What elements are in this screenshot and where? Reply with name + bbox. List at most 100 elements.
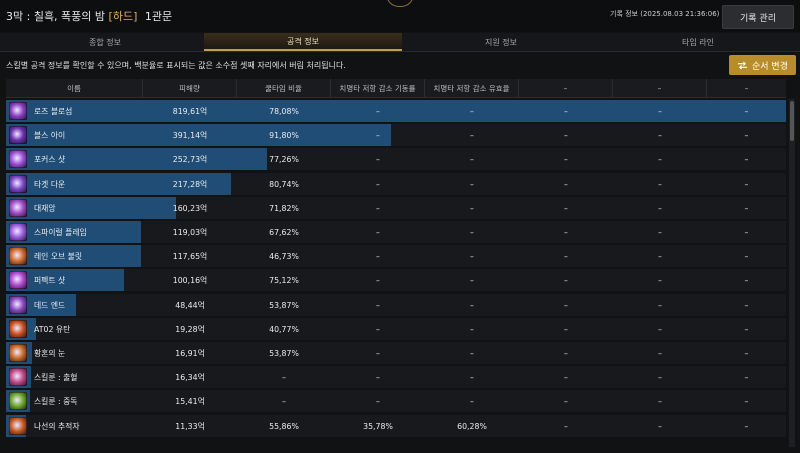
empty-cell-1: – [564, 421, 568, 431]
skill-crit-effective: – [470, 179, 474, 189]
empty-cell-3: – [744, 275, 749, 285]
ornament-icon [386, 0, 414, 7]
empty-cell-1: – [564, 324, 568, 334]
empty-cell-2: – [658, 227, 662, 237]
raid-title-prefix: 3막 : 칠흑, 폭풍의 밤 [6, 10, 106, 23]
skill-cooldown: 78,08% [269, 106, 299, 116]
table-row[interactable]: 황혼의 눈 16,91억 53,87% – – – – – [6, 342, 786, 364]
skill-icon [9, 368, 27, 386]
skill-name: 블스 아이 [34, 130, 66, 140]
tab-attack[interactable]: 공격 정보 [204, 33, 402, 51]
tab-support[interactable]: 지원 정보 [402, 33, 600, 51]
skill-cooldown: 67,62% [269, 227, 299, 237]
scrollbar-track[interactable] [789, 99, 795, 447]
col-damage[interactable]: 피해량 [143, 79, 237, 97]
empty-cell-2: – [658, 421, 662, 431]
empty-cell-1: – [564, 154, 568, 164]
table-row[interactable]: 데드 엔드 48,44억 53,87% – – – – – [6, 294, 786, 316]
skill-crit-uptime: – [376, 300, 380, 310]
skill-name: 포커스 샷 [34, 154, 66, 164]
record-manage-button[interactable]: 기록 관리 [722, 5, 794, 29]
skill-name: 로즈 블로섬 [34, 106, 73, 116]
empty-cell-3: – [744, 396, 749, 406]
skill-name: 황혼의 눈 [34, 348, 66, 358]
skill-cooldown: – [282, 396, 286, 406]
skill-icon [9, 223, 27, 241]
empty-cell-3: – [744, 179, 749, 189]
skill-crit-effective: 60,28% [457, 421, 487, 431]
col-crit-effective[interactable]: 치명타 저항 감소 유효율 [425, 79, 519, 97]
empty-cell-2: – [658, 396, 662, 406]
col-empty-1: – [519, 79, 613, 97]
skill-crit-uptime: – [376, 179, 380, 189]
empty-cell-1: – [564, 372, 568, 382]
col-name[interactable]: 이름 [6, 79, 143, 97]
empty-cell-1: – [564, 396, 568, 406]
table-row[interactable]: 포커스 샷 252,73억 77,26% – – – – – [6, 148, 786, 170]
skill-cooldown: 91,80% [269, 130, 299, 140]
skill-damage: 16,34억 [175, 372, 205, 382]
empty-cell-2: – [658, 275, 662, 285]
tab-bar: 종합 정보 공격 정보 지원 정보 타임 라인 [0, 33, 800, 52]
skill-crit-effective: – [470, 106, 474, 116]
skill-icon [9, 126, 27, 144]
skill-damage: 160,23억 [172, 203, 208, 213]
empty-cell-2: – [658, 251, 662, 261]
empty-cell-1: – [564, 227, 568, 237]
skill-cooldown: 55,86% [269, 421, 299, 431]
table-row[interactable]: 나선의 추적자 11,33억 55,86% 35,78% 60,28% – – – [6, 415, 786, 437]
table-header: 이름 피해량 쿨타임 비율 치명타 저항 감소 기동률 치명타 저항 감소 유효… [6, 79, 786, 98]
empty-cell-1: – [564, 130, 568, 140]
table-row[interactable]: 스킬룬 : 출혈 16,34억 – – – – – – [6, 366, 786, 388]
skill-damage: 117,65억 [172, 251, 208, 261]
table-row[interactable]: 대재앙 160,23억 71,82% – – – – – [6, 197, 786, 219]
skill-cooldown: 71,82% [269, 203, 299, 213]
difficulty-label: [하드] [108, 10, 138, 23]
empty-cell-2: – [658, 348, 662, 358]
skill-crit-effective: – [470, 372, 474, 382]
skill-crit-uptime: – [376, 203, 380, 213]
table-row[interactable]: 스파이럴 플레임 119,03억 67,62% – – – – – [6, 221, 786, 243]
table-row[interactable]: 스킬룬 : 중독 15,41억 – – – – – – [6, 390, 786, 412]
empty-cell-3: – [744, 421, 749, 431]
skill-crit-effective: – [470, 324, 474, 334]
tab-timeline[interactable]: 타임 라인 [600, 33, 796, 51]
skill-cooldown: 40,77% [269, 324, 299, 334]
skill-cooldown: 53,87% [269, 300, 299, 310]
skill-name: 레인 오브 불릿 [34, 251, 82, 261]
table-row[interactable]: 블스 아이 391,14억 91,80% – – – – – [6, 124, 786, 146]
table-row[interactable]: 레인 오브 불릿 117,65억 46,73% – – – – – [6, 245, 786, 267]
skill-icon [9, 150, 27, 168]
skill-name: 스파이럴 플레임 [34, 227, 87, 237]
skill-crit-effective: – [470, 227, 474, 237]
empty-cell-2: – [658, 154, 662, 164]
skill-icon [9, 320, 27, 338]
table-row[interactable]: 퍼펙트 샷 100,16억 75,12% – – – – – [6, 269, 786, 291]
skill-crit-uptime: – [376, 348, 380, 358]
top-bar: 3막 : 칠흑, 폭풍의 밤 [하드] 1관문 기록 정보 (2025.08.0… [0, 0, 800, 32]
col-crit-uptime[interactable]: 치명타 저항 감소 기동률 [331, 79, 425, 97]
skill-icon [9, 296, 27, 314]
empty-cell-3: – [744, 372, 749, 382]
scrollbar-thumb[interactable] [790, 101, 794, 141]
table-row[interactable]: 로즈 블로섬 819,61억 78,08% – – – – – [6, 100, 786, 122]
empty-cell-1: – [564, 251, 568, 261]
col-empty-3: – [744, 83, 749, 93]
skill-crit-uptime: 35,78% [363, 421, 393, 431]
table-row[interactable]: AT02 유탄 19,28억 40,77% – – – – – [6, 318, 786, 340]
skill-damage: 100,16억 [172, 275, 208, 285]
table-row[interactable]: 타겟 다운 217,28억 80,74% – – – – – [6, 173, 786, 195]
skill-cooldown: 77,26% [269, 154, 299, 164]
order-change-label: 순서 변경 [752, 61, 788, 72]
skill-crit-effective: – [470, 396, 474, 406]
skill-crit-effective: – [470, 251, 474, 261]
empty-cell-2: – [658, 372, 662, 382]
tab-overview[interactable]: 종합 정보 [6, 33, 204, 51]
empty-cell-1: – [564, 275, 568, 285]
col-cooldown[interactable]: 쿨타임 비율 [237, 79, 331, 97]
skill-damage: 119,03억 [172, 227, 208, 237]
order-change-button[interactable]: 순서 변경 [729, 55, 796, 75]
skill-name: 스킬룬 : 중독 [34, 396, 78, 406]
empty-cell-3: – [744, 203, 749, 213]
skill-crit-effective: – [470, 300, 474, 310]
